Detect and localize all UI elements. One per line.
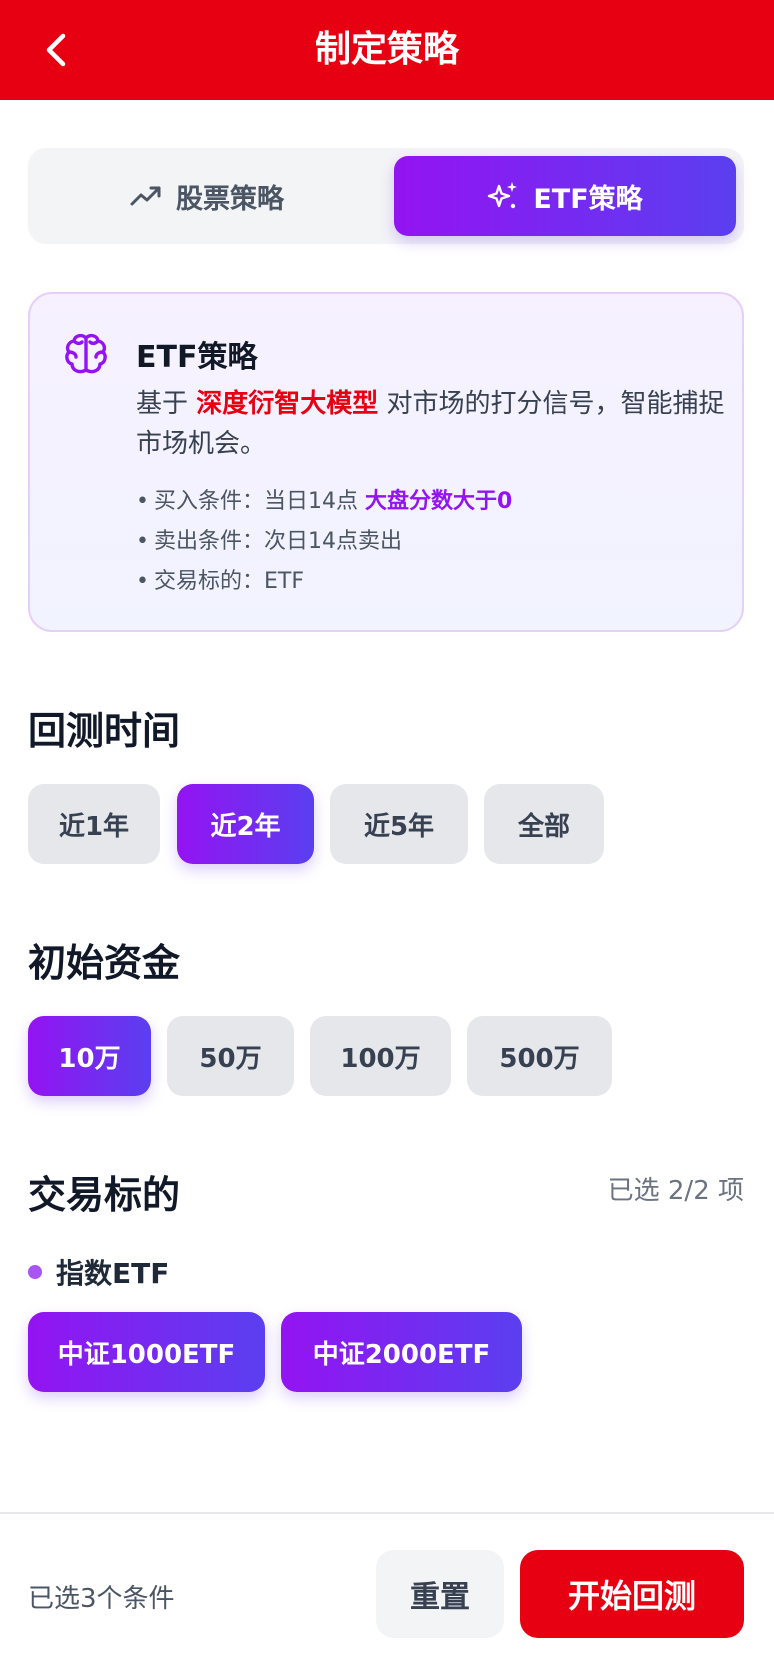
top-app-bar: 制定策略 (0, 0, 774, 100)
buy-condition-highlight: 大盘分数大于0 (365, 489, 513, 514)
capital-option-500w[interactable]: 500万 (467, 1016, 612, 1096)
strategy-type-switch: 股票策略 ETF策略 (28, 148, 744, 244)
selection-summary: 已选3个条件 (28, 1584, 175, 1614)
bottom-action-bar: 已选3个条件 重置 开始回测 (0, 1512, 774, 1668)
card-title: ETF策略 (136, 340, 258, 375)
model-name-highlight: 深度衍智大模型 (196, 389, 379, 419)
etf-option-csi2000[interactable]: 中证2000ETF (281, 1312, 522, 1392)
trade-target-title: 交易标的 (28, 1173, 181, 1217)
buy-condition: 买入条件：当日14点 大盘分数大于0 (136, 482, 736, 522)
trending-up-icon (130, 186, 161, 206)
group-dot (28, 1265, 42, 1279)
condition-list: 买入条件：当日14点 大盘分数大于0 卖出条件：次日14点卖出 交易标的：ETF (136, 482, 736, 602)
trade-target-condition: 交易标的：ETF (136, 562, 736, 602)
tab-stock-strategy-label: 股票策略 (176, 183, 284, 215)
capital-option-10w[interactable]: 10万 (28, 1016, 151, 1096)
sell-condition-label: 卖出条件：次日14点卖出 (154, 529, 402, 554)
start-backtest-button[interactable]: 开始回测 (520, 1550, 744, 1638)
index-etf-group: 指数ETF (28, 1252, 169, 1292)
desc-prefix: 基于 (136, 389, 197, 419)
page-title: 制定策略 (314, 29, 459, 70)
sparkles-icon (488, 182, 518, 209)
period-option-1y[interactable]: 近1年 (28, 784, 160, 864)
strategy-info-card: ETF策略 基于 深度衍智大模型 对市场的打分信号，智能捕捉市场机会。 买入条件… (28, 292, 744, 632)
group-label: 指数ETF (56, 1257, 170, 1290)
card-description: 基于 深度衍智大模型 对市场的打分信号，智能捕捉市场机会。 (136, 384, 736, 464)
backtest-period-title: 回测时间 (28, 709, 181, 753)
reset-button[interactable]: 重置 (376, 1550, 504, 1638)
tab-etf-strategy-label: ETF策略 (533, 183, 643, 215)
trade-target-condition-label: 交易标的：ETF (154, 569, 304, 594)
sell-condition: 卖出条件：次日14点卖出 (136, 522, 736, 562)
initial-capital-title: 初始资金 (28, 941, 181, 985)
etf-option-csi1000[interactable]: 中证1000ETF (28, 1312, 265, 1392)
period-option-5y[interactable]: 近5年 (330, 784, 468, 864)
period-option-all[interactable]: 全部 (484, 784, 604, 864)
brain-icon (65, 333, 107, 374)
capital-option-100w[interactable]: 100万 (310, 1016, 451, 1096)
selected-count: 已选 2/2 项 (607, 1176, 744, 1206)
buy-condition-label: 买入条件：当日14点 (154, 489, 365, 514)
period-option-2y[interactable]: 近2年 (177, 784, 314, 864)
tab-etf-strategy[interactable]: ETF策略 (394, 156, 736, 236)
capital-option-50w[interactable]: 50万 (167, 1016, 294, 1096)
tab-stock-strategy[interactable]: 股票策略 (36, 156, 378, 236)
